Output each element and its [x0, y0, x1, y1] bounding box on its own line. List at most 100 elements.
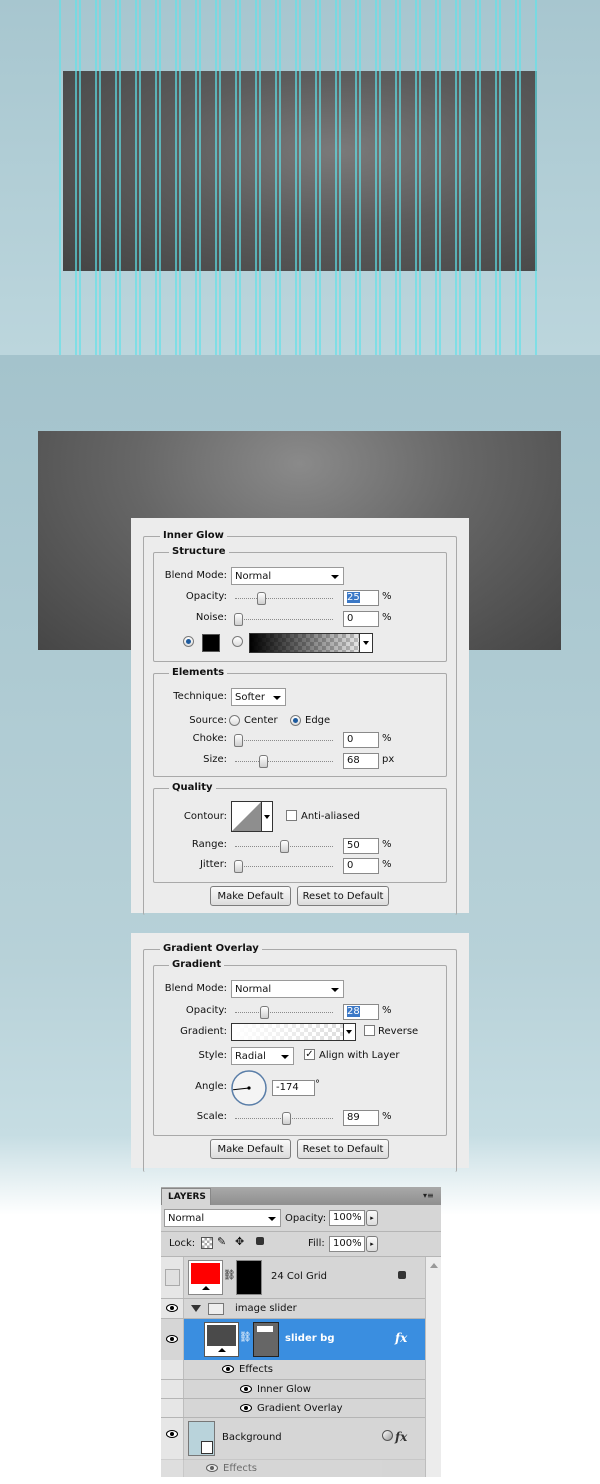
jitter-slider-thumb[interactable]: [234, 860, 243, 873]
opacity-unit: %: [382, 1005, 392, 1016]
choke-slider-track[interactable]: [235, 740, 333, 741]
jitter-slider-track[interactable]: [235, 866, 333, 867]
chevron-down-icon: [331, 575, 339, 579]
eye-icon: [166, 1430, 178, 1438]
angle-label: Angle:: [195, 1081, 227, 1092]
quality-title: Quality: [169, 782, 216, 793]
eye-icon[interactable]: [222, 1365, 234, 1373]
chevron-down-icon: [273, 696, 281, 700]
fill-input[interactable]: 100%: [329, 1236, 365, 1252]
blend-mode-select[interactable]: Normal: [231, 567, 344, 585]
scale-input[interactable]: 89: [343, 1110, 379, 1126]
visibility-toggle[interactable]: [161, 1257, 184, 1298]
angle-input[interactable]: -174: [272, 1080, 315, 1096]
size-input[interactable]: 68: [343, 753, 379, 769]
size-slider-thumb[interactable]: [258, 755, 268, 768]
opacity-label: Opacity:: [185, 1005, 227, 1016]
source-edge-radio[interactable]: [290, 715, 301, 726]
opacity-input[interactable]: 28: [343, 1004, 379, 1020]
eye-icon[interactable]: [240, 1404, 252, 1412]
layer-row[interactable]: Background fx: [161, 1418, 425, 1460]
visibility-toggle[interactable]: [161, 1418, 184, 1459]
visibility-toggle[interactable]: [161, 1319, 184, 1360]
eye-icon: [166, 1304, 178, 1312]
eye-icon[interactable]: [206, 1464, 218, 1472]
glow-gradient-dropdown[interactable]: [359, 633, 373, 653]
gradient-dropdown[interactable]: [343, 1023, 356, 1041]
opacity-input[interactable]: 25: [343, 590, 379, 606]
source-label: Source:: [189, 715, 227, 726]
effect-row-inner-glow[interactable]: Inner Glow: [161, 1380, 425, 1399]
reset-to-default-button[interactable]: Reset to Default: [297, 886, 389, 906]
opacity-slider-track[interactable]: [235, 598, 333, 599]
align-with-layer-checkbox[interactable]: ✓: [304, 1049, 315, 1060]
fx-icon[interactable]: fx: [395, 1331, 407, 1345]
layer-thumbnail: [204, 1322, 239, 1357]
opacity-slider-thumb[interactable]: [257, 592, 266, 605]
scroll-up-icon[interactable]: [430, 1263, 438, 1268]
choke-slider-thumb[interactable]: [234, 734, 243, 747]
quality-group: [153, 788, 447, 883]
reset-to-default-button[interactable]: Reset to Default: [297, 1139, 389, 1159]
layer-blend-mode-select[interactable]: Normal: [164, 1209, 281, 1227]
range-input[interactable]: 50: [343, 838, 379, 854]
gradient-title: Gradient: [169, 959, 225, 970]
layer-row[interactable]: ⛓ 24 Col Grid: [161, 1257, 425, 1299]
effects-row[interactable]: Effects: [161, 1360, 425, 1380]
angle-dial[interactable]: [230, 1069, 268, 1107]
reverse-checkbox[interactable]: [364, 1025, 375, 1036]
fill-marker-icon: [201, 1441, 213, 1454]
panel-menu-icon[interactable]: ▾≡: [423, 1191, 437, 1201]
scale-slider-thumb[interactable]: [281, 1112, 291, 1125]
eye-icon[interactable]: [240, 1385, 252, 1393]
scale-unit: %: [382, 1111, 392, 1122]
collapse-triangle-icon[interactable]: [191, 1305, 201, 1312]
range-label: Range:: [191, 839, 227, 850]
gradient-picker[interactable]: [231, 1023, 345, 1041]
fill-marker-icon: [202, 1286, 210, 1290]
jitter-input[interactable]: 0: [343, 858, 379, 874]
opacity-label: Opacity:: [185, 591, 227, 602]
effects-row[interactable]: Effects: [161, 1459, 425, 1477]
gradient-radio[interactable]: [232, 636, 243, 647]
opacity-slider-thumb[interactable]: [259, 1006, 269, 1019]
noise-slider-thumb[interactable]: [234, 613, 243, 626]
size-unit: px: [382, 754, 395, 765]
style-select[interactable]: Radial: [231, 1047, 294, 1065]
lock-all-icon[interactable]: [256, 1237, 264, 1245]
contour-picker[interactable]: [231, 801, 273, 832]
solid-color-radio[interactable]: [183, 636, 194, 647]
layers-tab-label: LAYERS: [168, 1192, 206, 1202]
glow-gradient-picker[interactable]: [249, 633, 371, 653]
dark-fill-swatch: [207, 1325, 236, 1346]
make-default-button[interactable]: Make Default: [210, 886, 291, 906]
make-default-button[interactable]: Make Default: [210, 1139, 291, 1159]
fill-arrow[interactable]: ▸: [366, 1236, 378, 1252]
choke-input[interactable]: 0: [343, 732, 379, 748]
effect-row-gradient-overlay[interactable]: Gradient Overlay: [161, 1399, 425, 1418]
layer-row-selected[interactable]: ⛓ slider bg fx: [161, 1319, 425, 1360]
blend-mode-select[interactable]: Normal: [231, 980, 344, 998]
layer-opacity-input[interactable]: 100%: [329, 1210, 365, 1226]
opacity-slider-track[interactable]: [235, 1012, 333, 1013]
visibility-toggle[interactable]: [161, 1299, 184, 1318]
lock-transparent-pixels-icon[interactable]: [201, 1237, 213, 1249]
layers-scrollbar[interactable]: [425, 1257, 441, 1477]
size-slider-track[interactable]: [235, 761, 333, 762]
noise-slider-track[interactable]: [235, 619, 333, 620]
layers-tab[interactable]: LAYERS: [161, 1188, 211, 1205]
glow-color-swatch[interactable]: [202, 634, 220, 652]
layer-opacity-arrow[interactable]: ▸: [366, 1210, 378, 1226]
layer-group-row[interactable]: image slider: [161, 1299, 425, 1319]
source-center-radio[interactable]: [229, 715, 240, 726]
lock-position-icon[interactable]: ✥: [235, 1235, 244, 1248]
anti-aliased-checkbox[interactable]: [286, 810, 297, 821]
visibility-gutter: [161, 1360, 184, 1379]
technique-select[interactable]: Softer: [231, 688, 286, 706]
fx-icon[interactable]: fx: [395, 1430, 407, 1444]
lock-image-pixels-icon[interactable]: ✎: [217, 1235, 226, 1248]
noise-input[interactable]: 0: [343, 611, 379, 627]
jitter-unit: %: [382, 859, 392, 870]
visibility-gutter: [161, 1459, 184, 1477]
range-slider-thumb[interactable]: [280, 840, 289, 853]
